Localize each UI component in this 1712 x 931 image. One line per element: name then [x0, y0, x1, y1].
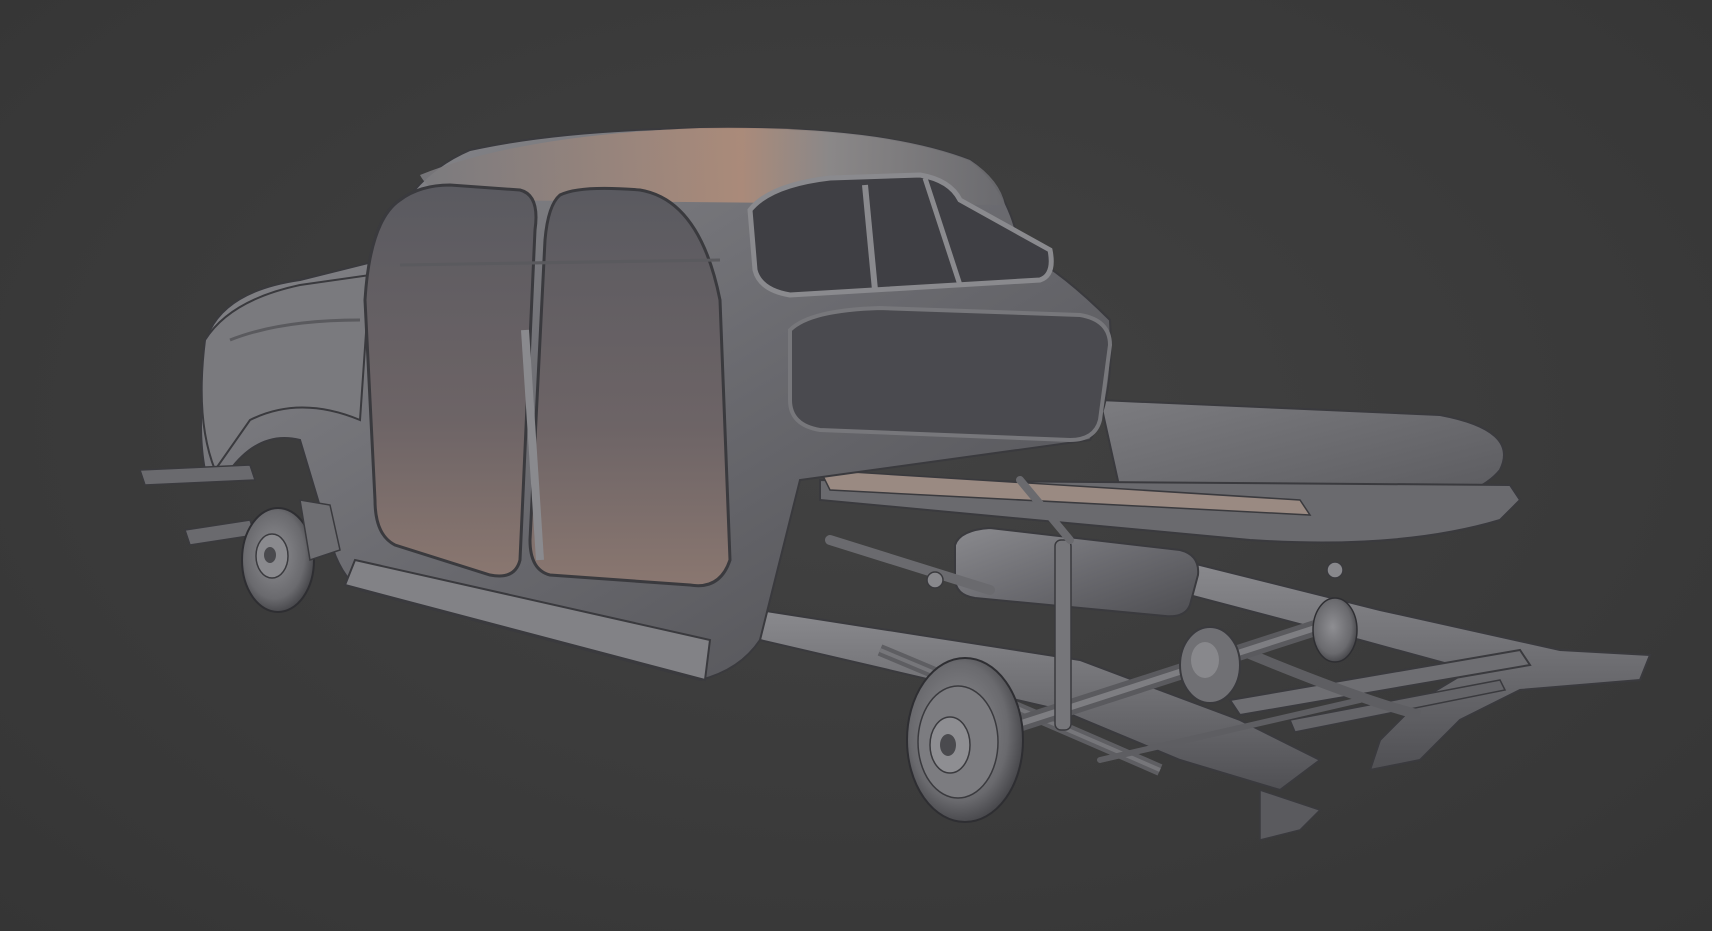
3d-viewport[interactable]	[0, 0, 1712, 931]
differential	[1179, 626, 1241, 704]
fuel-tank	[954, 526, 1200, 618]
door-openings	[363, 183, 732, 588]
rear-window	[747, 172, 1054, 298]
car-model-render	[138, 126, 1652, 841]
front-wheel-hub	[241, 499, 341, 613]
trunk-panel	[788, 305, 1113, 443]
